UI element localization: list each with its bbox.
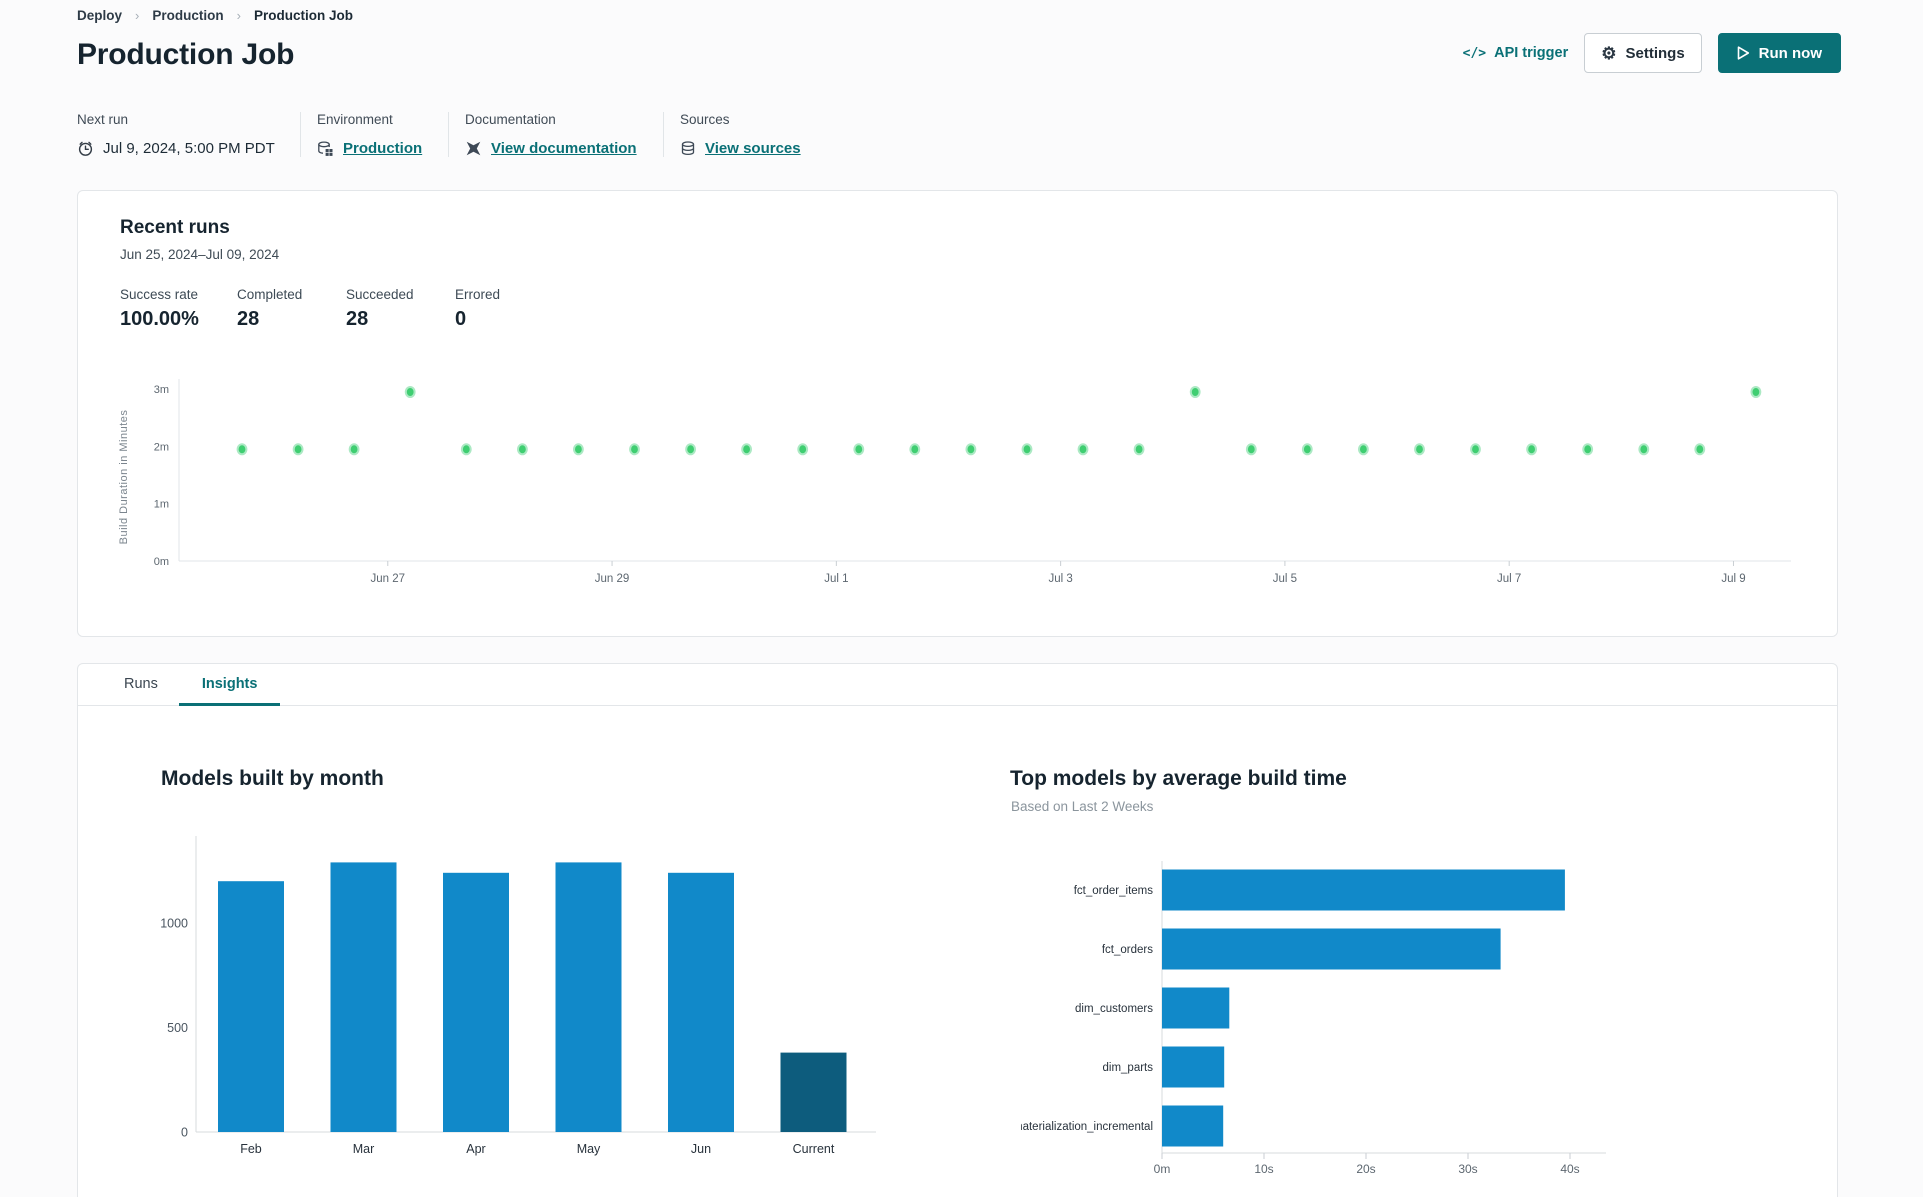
svg-text:30s: 30s xyxy=(1458,1162,1477,1176)
svg-text:1m: 1m xyxy=(154,499,169,511)
svg-text:0m: 0m xyxy=(154,556,169,568)
meta-label: Documentation xyxy=(465,112,556,127)
svg-text:1000: 1000 xyxy=(160,917,188,931)
recent-runs-card: Recent runs Jun 25, 2024–Jul 09, 2024 Su… xyxy=(77,190,1838,637)
insights-card: Runs Insights Models built by month Top … xyxy=(77,663,1838,1197)
recent-runs-title: Recent runs xyxy=(120,217,230,238)
stat-completed: Completed 28 xyxy=(237,287,303,330)
svg-text:Mar: Mar xyxy=(353,1142,375,1156)
svg-text:Jun 29: Jun 29 xyxy=(595,573,630,585)
tab-insights[interactable]: Insights xyxy=(178,664,281,706)
page-title: Production Job xyxy=(77,38,295,71)
svg-text:Jul 1: Jul 1 xyxy=(824,573,848,585)
run-now-button[interactable]: Run now xyxy=(1717,33,1841,73)
breadcrumb-production[interactable]: Production xyxy=(152,8,223,23)
stat-success-rate: Success rate 100.00% xyxy=(120,287,199,330)
breadcrumb-production-job: Production Job xyxy=(253,8,353,23)
svg-text:0: 0 xyxy=(181,1126,188,1140)
svg-text:2m: 2m xyxy=(154,441,169,453)
meta-label: Next run xyxy=(77,112,129,127)
svg-text:May: May xyxy=(577,1142,601,1156)
production-job-page: Deploy › Production › Production Job Pro… xyxy=(0,0,1923,1197)
view-sources-link[interactable]: View sources xyxy=(705,140,801,157)
svg-text:Jun: Jun xyxy=(691,1142,711,1156)
recent-runs-stats: Success rate 100.00% Completed 28 Succee… xyxy=(120,287,535,331)
svg-text:Jul 9: Jul 9 xyxy=(1721,573,1745,585)
environment-link[interactable]: Production xyxy=(343,140,422,157)
settings-button[interactable]: ⚙ Settings xyxy=(1584,33,1702,73)
header-actions: </> API trigger ⚙ Settings Run now xyxy=(1463,33,1841,73)
svg-text:materialization_incremental: materialization_incremental xyxy=(1021,1121,1153,1133)
top-models-subtitle: Based on Last 2 Weeks xyxy=(1011,799,1154,814)
api-trigger-label: API trigger xyxy=(1494,45,1569,61)
chevron-right-icon: › xyxy=(135,8,140,23)
models-by-month-title: Models built by month xyxy=(161,767,384,790)
svg-text:Jul 5: Jul 5 xyxy=(1273,573,1297,585)
tab-runs[interactable]: Runs xyxy=(103,664,179,706)
docs-icon xyxy=(465,140,482,157)
environment-icon xyxy=(317,140,334,157)
view-documentation-link[interactable]: View documentation xyxy=(491,140,637,157)
svg-text:fct_order_items: fct_order_items xyxy=(1074,885,1154,897)
meta-label: Environment xyxy=(317,112,393,127)
meta-environment: Environment Production xyxy=(300,112,448,157)
svg-text:40s: 40s xyxy=(1560,1162,1579,1176)
svg-text:fct_orders: fct_orders xyxy=(1102,944,1153,956)
svg-text:Feb: Feb xyxy=(240,1142,262,1156)
chevron-right-icon: › xyxy=(236,8,241,23)
svg-text:500: 500 xyxy=(167,1021,188,1035)
top-models-title: Top models by average build time xyxy=(1010,767,1347,790)
settings-label: Settings xyxy=(1625,44,1685,62)
tabbar: Runs Insights xyxy=(78,664,1837,706)
svg-text:10s: 10s xyxy=(1254,1162,1273,1176)
recent-runs-date-range: Jun 25, 2024–Jul 09, 2024 xyxy=(120,247,280,262)
svg-text:20s: 20s xyxy=(1356,1162,1375,1176)
svg-text:dim_parts: dim_parts xyxy=(1103,1062,1154,1074)
svg-text:Jul 7: Jul 7 xyxy=(1497,573,1521,585)
code-icon: </> xyxy=(1462,45,1487,61)
svg-text:Apr: Apr xyxy=(466,1142,485,1156)
svg-text:dim_customers: dim_customers xyxy=(1075,1003,1153,1015)
job-meta-row: Next run Jul 9, 2024, 5:00 PM PDT Enviro… xyxy=(77,112,816,157)
models-by-month-chart: 0 500 1000 Feb Mar Apr May Jun Current xyxy=(141,824,901,1159)
meta-label: Sources xyxy=(680,112,730,127)
api-trigger-link[interactable]: </> API trigger xyxy=(1463,45,1569,61)
svg-text:Jun 27: Jun 27 xyxy=(371,573,406,585)
stat-errored: Errored 0 xyxy=(455,287,501,330)
svg-text:Build Duration in Minutes: Build Duration in Minutes xyxy=(118,410,130,545)
top-models-chart: 0m 10s 20s 30s 40s fct_order_items fct_ordersd… xyxy=(1013,831,1681,1183)
meta-documentation: Documentation View documentation xyxy=(448,112,663,157)
meta-next-run: Next run Jul 9, 2024, 5:00 PM PDT xyxy=(77,112,300,157)
sources-icon xyxy=(680,140,696,157)
play-icon xyxy=(1737,46,1750,60)
svg-text:0m: 0m xyxy=(1154,1162,1171,1176)
run-now-label: Run now xyxy=(1758,44,1822,62)
gear-icon: ⚙ xyxy=(1601,43,1617,63)
svg-text:3m: 3m xyxy=(154,384,169,396)
breadcrumb: Deploy › Production › Production Job xyxy=(77,8,353,23)
svg-text:Jul 3: Jul 3 xyxy=(1048,573,1072,585)
breadcrumb-deploy[interactable]: Deploy xyxy=(77,8,122,23)
build-duration-scatter-chart: 0m 1m 2m 3m Jun 27 Jun 29 Jul 1 Jul 3 Jul 5 Jul 7… xyxy=(101,369,1811,639)
stat-succeeded: Succeeded 28 xyxy=(346,287,414,330)
next-run-value: Jul 9, 2024, 5:00 PM PDT xyxy=(103,140,275,157)
svg-text:Current: Current xyxy=(793,1142,835,1156)
meta-sources: Sources View sources xyxy=(663,112,816,157)
clock-icon xyxy=(77,140,94,157)
